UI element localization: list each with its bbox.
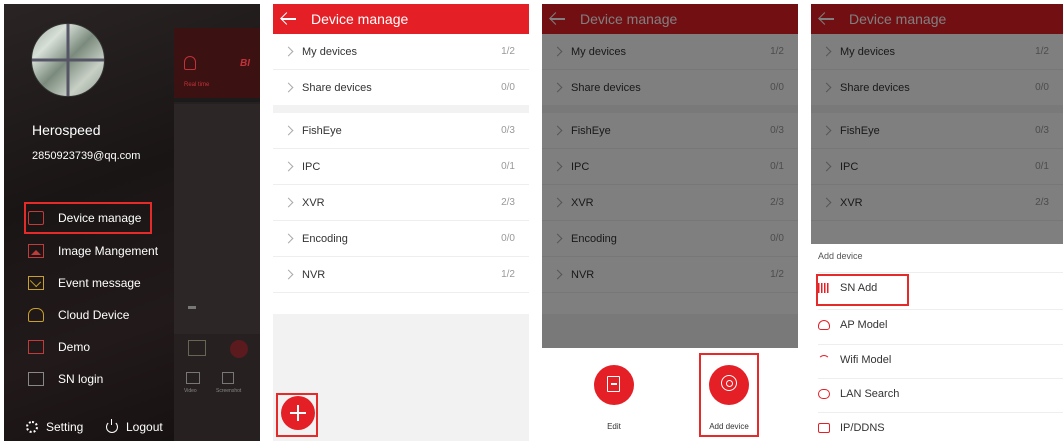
sn-icon — [28, 372, 44, 386]
device-manage-action-screen: Device manage My devices1/2 Share device… — [542, 4, 798, 441]
chevron-right-icon — [283, 269, 294, 280]
highlight-device-manage — [24, 202, 152, 234]
menu-item-event-message[interactable]: Event message — [28, 268, 141, 298]
demo-icon — [28, 340, 44, 354]
background-tab-label: Real time — [184, 82, 210, 88]
highlight-sn-add — [816, 274, 909, 306]
option-wifi-model[interactable]: Wifi Model — [818, 344, 1063, 374]
background-app-view: BI Real time Video Screenshot — [174, 28, 260, 441]
edit-button[interactable] — [594, 365, 634, 405]
image-icon — [28, 244, 44, 258]
background-brand: BI — [240, 58, 250, 69]
add-device-screen: Device manage My devices1/2 Share device… — [811, 4, 1063, 441]
edit-label: Edit — [607, 422, 621, 431]
logout-button[interactable]: Logout — [106, 419, 163, 434]
gear-icon — [26, 421, 38, 433]
highlight-add-device — [699, 353, 759, 437]
page-title: Device manage — [311, 11, 409, 27]
chevron-right-icon — [283, 233, 294, 244]
mail-icon — [28, 276, 44, 290]
menu-item-image-mangement[interactable]: Image Mangement — [28, 236, 158, 266]
back-arrow-icon[interactable] — [281, 12, 299, 26]
location-icon — [818, 388, 830, 399]
ip-icon — [818, 422, 830, 433]
ap-icon — [818, 319, 830, 330]
setting-button[interactable]: Setting — [26, 420, 83, 434]
list-item-my-devices[interactable]: My devices1/2 — [273, 34, 529, 70]
sheet-title: Add device — [818, 251, 863, 261]
chevron-right-icon — [283, 46, 294, 57]
device-group-list: My devices1/2 Share devices0/0 FishEye0/… — [273, 34, 529, 293]
list-item-encoding[interactable]: Encoding0/0 — [273, 221, 529, 257]
menu-item-demo[interactable]: Demo — [28, 332, 90, 362]
power-icon — [106, 419, 118, 433]
menu-item-cloud-device[interactable]: Cloud Device — [28, 300, 129, 330]
user-email: 2850923739@qq.com — [32, 150, 141, 162]
edit-icon — [607, 376, 620, 392]
chevron-right-icon — [283, 197, 294, 208]
chevron-right-icon — [283, 82, 294, 93]
device-manage-screen: Device manage My devices 1/2 Share device… — [273, 4, 529, 441]
user-name: Herospeed — [32, 122, 101, 138]
background-control-icon — [188, 340, 206, 356]
title-bar: Device manage — [273, 4, 529, 34]
chevron-right-icon — [283, 161, 294, 172]
person-icon — [184, 56, 196, 70]
list-item-share-devices[interactable]: Share devices0/0 — [273, 70, 529, 113]
video-icon — [186, 372, 200, 384]
option-ip-ddns[interactable]: IP/DDNS — [818, 412, 1063, 441]
action-sheet: Edit Add device — [542, 348, 798, 441]
wifi-icon — [818, 354, 830, 365]
chevron-right-icon — [283, 125, 294, 136]
option-ap-model[interactable]: AP Model — [818, 309, 1063, 339]
avatar[interactable] — [31, 23, 105, 97]
list-item-fisheye[interactable]: FishEye0/3 — [273, 113, 529, 149]
screenshot-icon — [222, 372, 234, 384]
option-lan-search[interactable]: LAN Search — [818, 378, 1063, 408]
side-menu-panel: BI Real time Video Screenshot Herospeed … — [4, 4, 260, 441]
highlight-add-fab — [276, 393, 318, 437]
menu-item-sn-login[interactable]: SN login — [28, 364, 103, 394]
background-record-icon — [230, 340, 248, 358]
cloud-icon — [28, 308, 44, 322]
list-item-ipc[interactable]: IPC0/1 — [273, 149, 529, 185]
list-item-nvr[interactable]: NVR1/2 — [273, 257, 529, 293]
list-item-xvr[interactable]: XVR2/3 — [273, 185, 529, 221]
